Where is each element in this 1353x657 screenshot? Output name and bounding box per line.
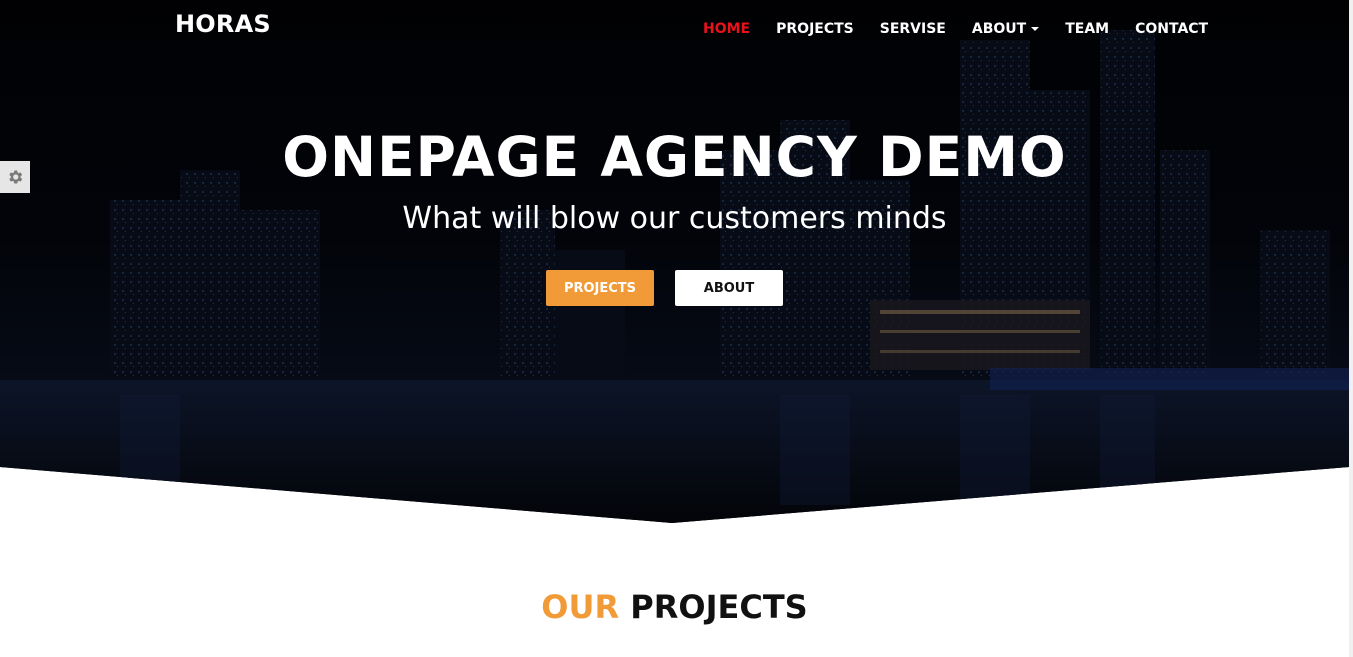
settings-toggle[interactable]	[0, 161, 30, 193]
nav-item-team[interactable]: TEAM	[1052, 20, 1122, 38]
brand-logo[interactable]: HORAS	[175, 10, 271, 38]
about-button[interactable]: ABOUT	[675, 270, 783, 306]
hero-subtitle: What will blow our customers minds	[402, 201, 947, 236]
nav-item-servise[interactable]: SERVISE	[867, 20, 959, 38]
gear-icon	[9, 170, 23, 184]
section-title-our-projects: OUR PROJECTS	[0, 585, 1349, 629]
section-title-rest: PROJECTS	[630, 588, 808, 626]
nav-item-about-label: ABOUT	[971, 21, 1027, 37]
hero-background-image	[0, 0, 1349, 523]
nav-item-about[interactable]: ABOUT	[959, 20, 1052, 38]
hero-title: ONEPAGE AGENCY DEMO	[282, 125, 1067, 189]
section-title-accent: OUR	[541, 588, 620, 626]
hero-section: ONEPAGE AGENCY DEMO What will blow our c…	[0, 0, 1349, 523]
nav-menu: HOME PROJECTS SERVISE ABOUT TEAM CONTACT	[690, 20, 1221, 38]
nav-item-contact[interactable]: CONTACT	[1122, 20, 1221, 38]
nav-item-projects[interactable]: PROJECTS	[763, 20, 867, 38]
nav-item-home[interactable]: HOME	[690, 20, 763, 38]
projects-button[interactable]: PROJECTS	[546, 270, 654, 306]
caret-down-icon	[1031, 27, 1040, 31]
top-navbar: HORAS HOME PROJECTS SERVISE ABOUT TEAM C…	[0, 0, 1349, 58]
page-scrollbar[interactable]	[1349, 0, 1353, 657]
